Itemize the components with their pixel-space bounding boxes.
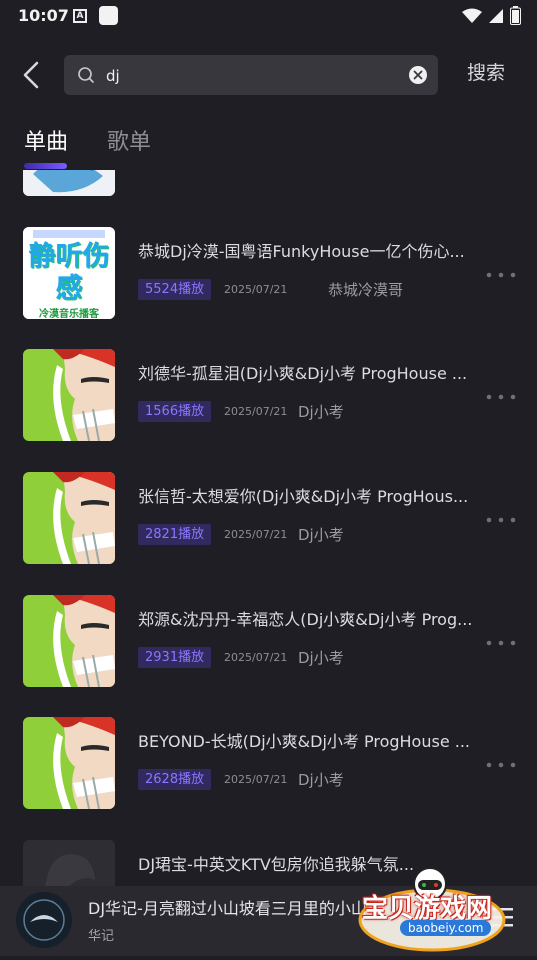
wifi-icon <box>462 8 482 23</box>
song-cover <box>23 472 115 564</box>
more-icon[interactable] <box>486 393 516 401</box>
back-button[interactable] <box>16 60 46 90</box>
cover-art-image <box>23 840 115 886</box>
song-title: BEYOND-长城(Dj小爽&Dj小考 ProgHouse ... <box>138 732 471 751</box>
song-artist: Dj小考 <box>298 771 344 789</box>
more-icon[interactable] <box>486 639 516 647</box>
song-date: 2025/07/21 <box>224 405 288 418</box>
cover-art-image <box>23 595 115 687</box>
player-cover-image <box>16 892 72 948</box>
list-item[interactable]: 张信哲-太想爱你(Dj小爽&Dj小考 ProgHous... 2821播放 20… <box>0 472 537 594</box>
list-item[interactable]: 静听伤感 冷漠音乐播客 恭城Dj冷漠-国粤语FunkyHouse一亿个伤心...… <box>0 227 537 349</box>
player-artist: 华记 <box>88 929 115 944</box>
song-cover <box>23 595 115 687</box>
song-date: 2025/07/21 <box>224 528 288 541</box>
watermark-url: baobeiy.com <box>400 920 492 936</box>
play-count-badge: 2821播放 <box>138 524 212 545</box>
cover-art-image <box>23 717 115 809</box>
song-artist: Dj小考 <box>298 403 344 421</box>
status-time: 10:07 <box>18 6 69 25</box>
cover-art-image <box>23 349 115 441</box>
song-cover <box>23 349 115 441</box>
song-title: 刘德华-孤星泪(Dj小爽&Dj小考 ProgHouse ... <box>138 364 468 383</box>
search-box[interactable] <box>64 55 438 97</box>
song-title: 恭城Dj冷漠-国粤语FunkyHouse一亿个伤心... <box>138 242 465 261</box>
watermark-logo: 宝贝游戏网 baobeiy.com <box>352 858 528 956</box>
more-icon[interactable] <box>486 271 516 279</box>
search-input[interactable] <box>104 55 388 97</box>
song-title: 张信哲-太想爱你(Dj小爽&Dj小考 ProgHous... <box>138 487 469 506</box>
tab-songs[interactable]: 单曲 <box>24 128 68 158</box>
tab-playlists[interactable]: 歌单 <box>107 128 151 158</box>
song-list[interactable]: 静听伤感 冷漠音乐播客 恭城Dj冷漠-国粤语FunkyHouse一亿个伤心...… <box>0 170 537 886</box>
list-item[interactable] <box>0 170 537 226</box>
play-count-badge: 2931播放 <box>138 647 212 668</box>
more-icon[interactable] <box>486 761 516 769</box>
song-date: 2025/07/21 <box>224 773 288 786</box>
notification-a-icon: A <box>73 9 87 23</box>
notification-app-icon <box>99 6 118 25</box>
song-date: 2025/07/21 <box>224 283 288 296</box>
song-cover <box>23 840 115 886</box>
clear-icon[interactable] <box>409 66 427 84</box>
tab-indicator <box>24 163 67 169</box>
player-cover <box>16 892 72 948</box>
song-title: 郑源&沈丹丹-幸福恋人(Dj小爽&Dj小考 Prog... <box>138 610 473 629</box>
cover-art-image <box>23 472 115 564</box>
search-icon <box>78 67 94 83</box>
cover-subtext: 冷漠音乐播客 <box>39 309 99 319</box>
list-item[interactable]: BEYOND-长城(Dj小爽&Dj小考 ProgHouse ... 2628播放… <box>0 717 537 839</box>
song-cover <box>23 717 115 809</box>
list-item[interactable]: 刘德华-孤星泪(Dj小爽&Dj小考 ProgHouse ... 1566播放 2… <box>0 349 537 471</box>
song-artist: Dj小考 <box>298 649 344 667</box>
list-item[interactable]: 郑源&沈丹丹-幸福恋人(Dj小爽&Dj小考 Prog... 2931播放 202… <box>0 595 537 717</box>
status-bar: 10:07 A <box>0 0 537 32</box>
play-count-badge: 2628播放 <box>138 769 212 790</box>
song-artist: 恭城冷漠哥 <box>328 281 404 299</box>
chevron-left-icon <box>23 61 39 89</box>
more-icon[interactable] <box>486 516 516 524</box>
song-artist: Dj小考 <box>298 526 344 544</box>
battery-icon <box>510 6 521 25</box>
cover-text: 静听伤感 <box>28 241 110 304</box>
play-count-badge: 1566播放 <box>138 401 212 422</box>
song-date: 2025/07/21 <box>224 651 288 664</box>
signal-icon <box>489 8 503 23</box>
cover-art-image <box>23 170 115 196</box>
play-count-badge: 5524播放 <box>138 279 212 300</box>
status-icons <box>462 6 521 25</box>
song-cover <box>23 170 115 196</box>
song-cover: 静听伤感 冷漠音乐播客 <box>23 227 115 319</box>
search-button[interactable]: 搜索 <box>467 58 505 88</box>
